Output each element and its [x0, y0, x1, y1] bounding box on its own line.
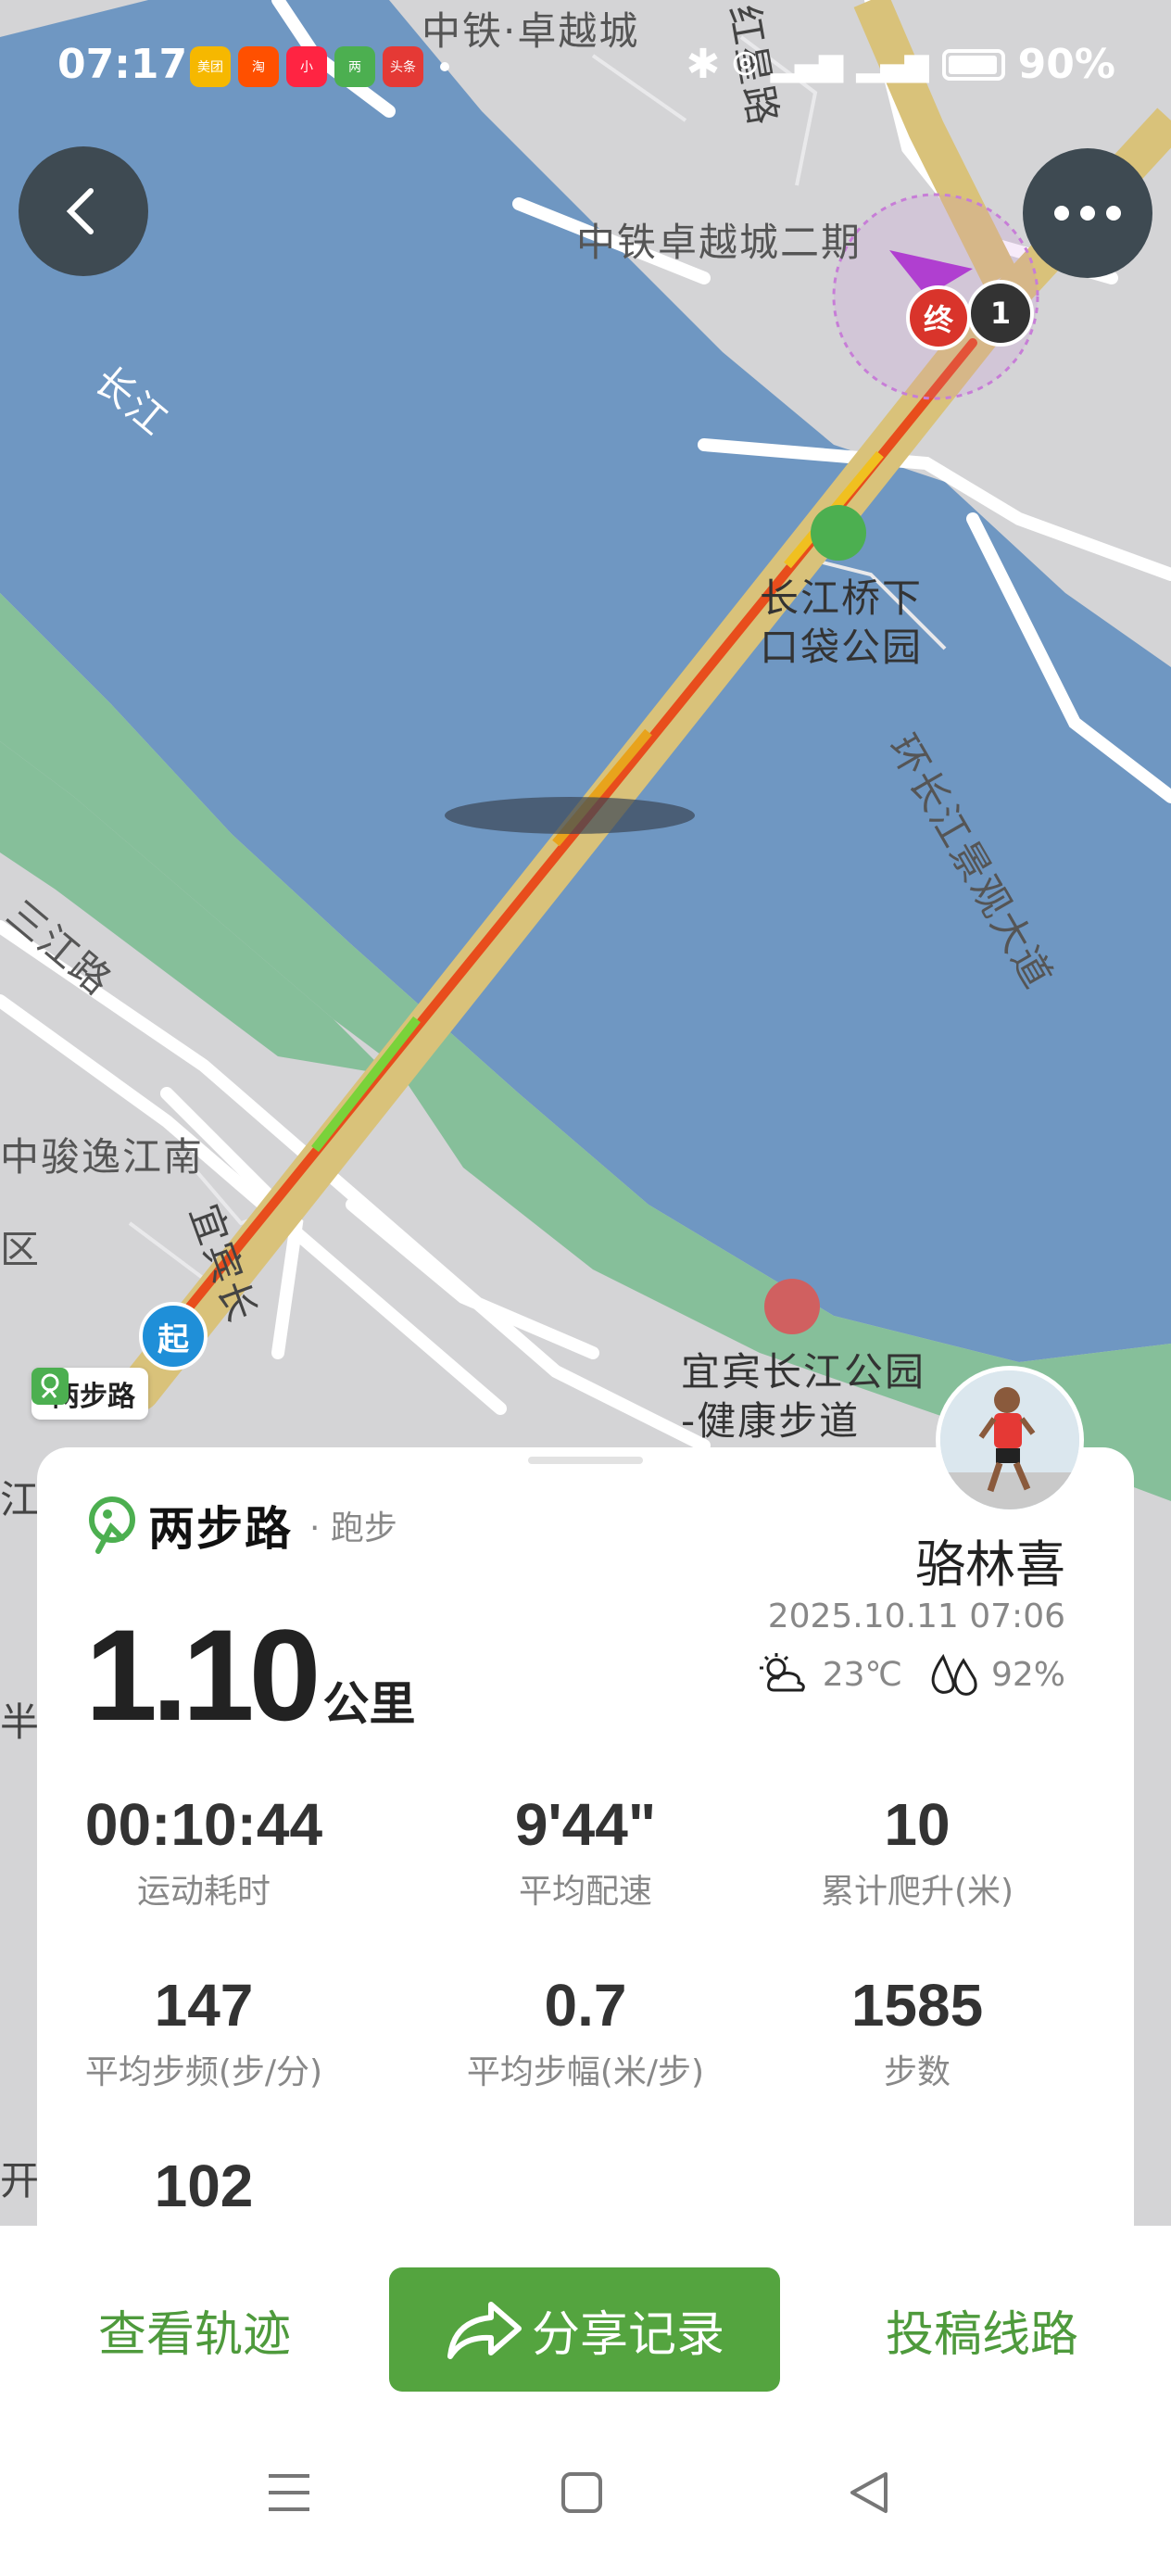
user-name: 骆林喜	[915, 1535, 1065, 1594]
app-notification-icon: 小	[286, 46, 327, 87]
status-bar: 07:17 美团 淘 小 两 头条 ✱ ⌾ ▂▄▆ ▂▄▆ 90%	[0, 0, 1171, 139]
runner-photo	[940, 1370, 1079, 1509]
app-notification-icon: 淘	[238, 46, 279, 87]
map-label: 江	[0, 1477, 42, 1522]
stat-elevation: 10 累计爬升(米)	[750, 1790, 1084, 1913]
start-marker[interactable]: 起	[139, 1302, 208, 1370]
humidity-icon	[931, 1653, 977, 1696]
notification-icons: 美团 淘 小 两 头条	[190, 46, 449, 87]
stat-label: 步数	[883, 2053, 951, 2091]
stat-value: 147	[154, 1972, 254, 2039]
battery-level: 90%	[1017, 41, 1115, 88]
app-watermark-badge: 两步路	[31, 1368, 148, 1420]
status-time: 07:17	[57, 41, 188, 88]
share-record-button[interactable]: 分享记录	[389, 2267, 780, 2392]
stat-label: 运动耗时	[136, 1873, 271, 1911]
map-label: 长江桥下 口袋公园	[760, 575, 924, 670]
share-icon	[447, 2302, 522, 2359]
stat-heart-rate: 102	[37, 2152, 371, 2220]
map-label: 开	[0, 2158, 42, 2203]
stat-cadence: 147 平均步频(步/分)	[37, 1971, 371, 2093]
stat-value: 9'44"	[514, 1791, 657, 1858]
distance-unit: 公里	[322, 1677, 416, 1731]
map-label: 区	[0, 1227, 42, 1272]
stat-label: 累计爬升(米)	[820, 1873, 1014, 1911]
activity-datetime: 2025.10.11 07:06	[767, 1597, 1065, 1635]
stat-label: 平均步幅(米/步)	[466, 2053, 705, 2091]
stat-steps: 1585 步数	[750, 1971, 1084, 2093]
end-marker[interactable]: 终	[906, 285, 971, 350]
km-marker[interactable]: 1	[967, 280, 1034, 347]
bluetooth-icon: ✱	[686, 41, 721, 88]
stat-pace: 9'44" 平均配速	[419, 1790, 752, 1913]
activity-summary-card: 两步路 · 跑步 骆林喜 2025.10.11 07:06 23℃ 92% 1.…	[37, 1447, 1134, 2226]
menu-nav-icon[interactable]	[261, 2467, 317, 2519]
more-dots-icon	[1054, 206, 1121, 221]
drag-handle[interactable]	[528, 1457, 643, 1464]
stat-value: 102	[154, 2153, 254, 2219]
back-nav-icon[interactable]	[841, 2467, 897, 2519]
home-nav-icon[interactable]	[554, 2467, 610, 2519]
logo-icon	[31, 1368, 69, 1405]
stat-duration: 00:10:44 运动耗时	[37, 1790, 371, 1913]
map-label: 中铁卓越城二期	[576, 220, 863, 265]
view-track-button[interactable]: 查看轨迹	[74, 2267, 315, 2392]
stat-value: 00:10:44	[84, 1791, 323, 1858]
status-right: ✱ ⌾ ▂▄▆ ▂▄▆ 90%	[686, 41, 1115, 88]
brand-name: 两步路	[148, 1502, 293, 1556]
distance-value: 1.10	[85, 1602, 321, 1748]
app-notification-icon: 美团	[190, 46, 231, 87]
battery-icon	[941, 48, 1005, 81]
submit-route-button[interactable]: 投稿线路	[862, 2267, 1102, 2392]
humidity: 92%	[990, 1655, 1065, 1694]
more-dot-icon	[440, 62, 449, 71]
back-button[interactable]	[19, 146, 148, 276]
more-button[interactable]	[1023, 148, 1152, 278]
signal-icon: ▂▄▆	[770, 45, 844, 83]
stat-label: 平均步频(步/分)	[84, 2053, 323, 2091]
weather-cloudy-icon	[759, 1653, 805, 1692]
stat-value: 1585	[850, 1972, 984, 2039]
temperature: 23℃	[822, 1655, 902, 1694]
map-label: 中骏逸江南	[0, 1134, 205, 1180]
stat-stride: 0.7 平均步幅(米/步)	[419, 1971, 752, 2093]
app-notification-icon: 头条	[383, 46, 423, 87]
app-notification-icon: 两	[334, 46, 375, 87]
avatar[interactable]	[936, 1366, 1084, 1514]
brand-header: 两步路 · 跑步	[85, 1492, 397, 1559]
distance-display: 1.10 公里	[85, 1600, 415, 1750]
location-icon: ⌾	[733, 41, 758, 88]
stat-value: 0.7	[544, 1972, 627, 2039]
activity-type: · 跑步	[309, 1509, 397, 1547]
bottom-action-bar: 查看轨迹 分享记录 投稿线路	[0, 2226, 1171, 2576]
brand-logo-icon	[89, 1496, 135, 1554]
map-label: 半	[0, 1699, 42, 1745]
weather-row: 23℃ 92%	[758, 1651, 1065, 1698]
signal-icon: ▂▄▆	[856, 45, 929, 83]
chevron-left-icon	[66, 188, 94, 234]
stat-label: 平均配速	[518, 1873, 652, 1911]
stat-value: 10	[884, 1791, 951, 1858]
map-label: 宜宾长江公园 -健康步道	[681, 1349, 926, 1444]
share-record-label: 分享记录	[531, 2306, 724, 2363]
